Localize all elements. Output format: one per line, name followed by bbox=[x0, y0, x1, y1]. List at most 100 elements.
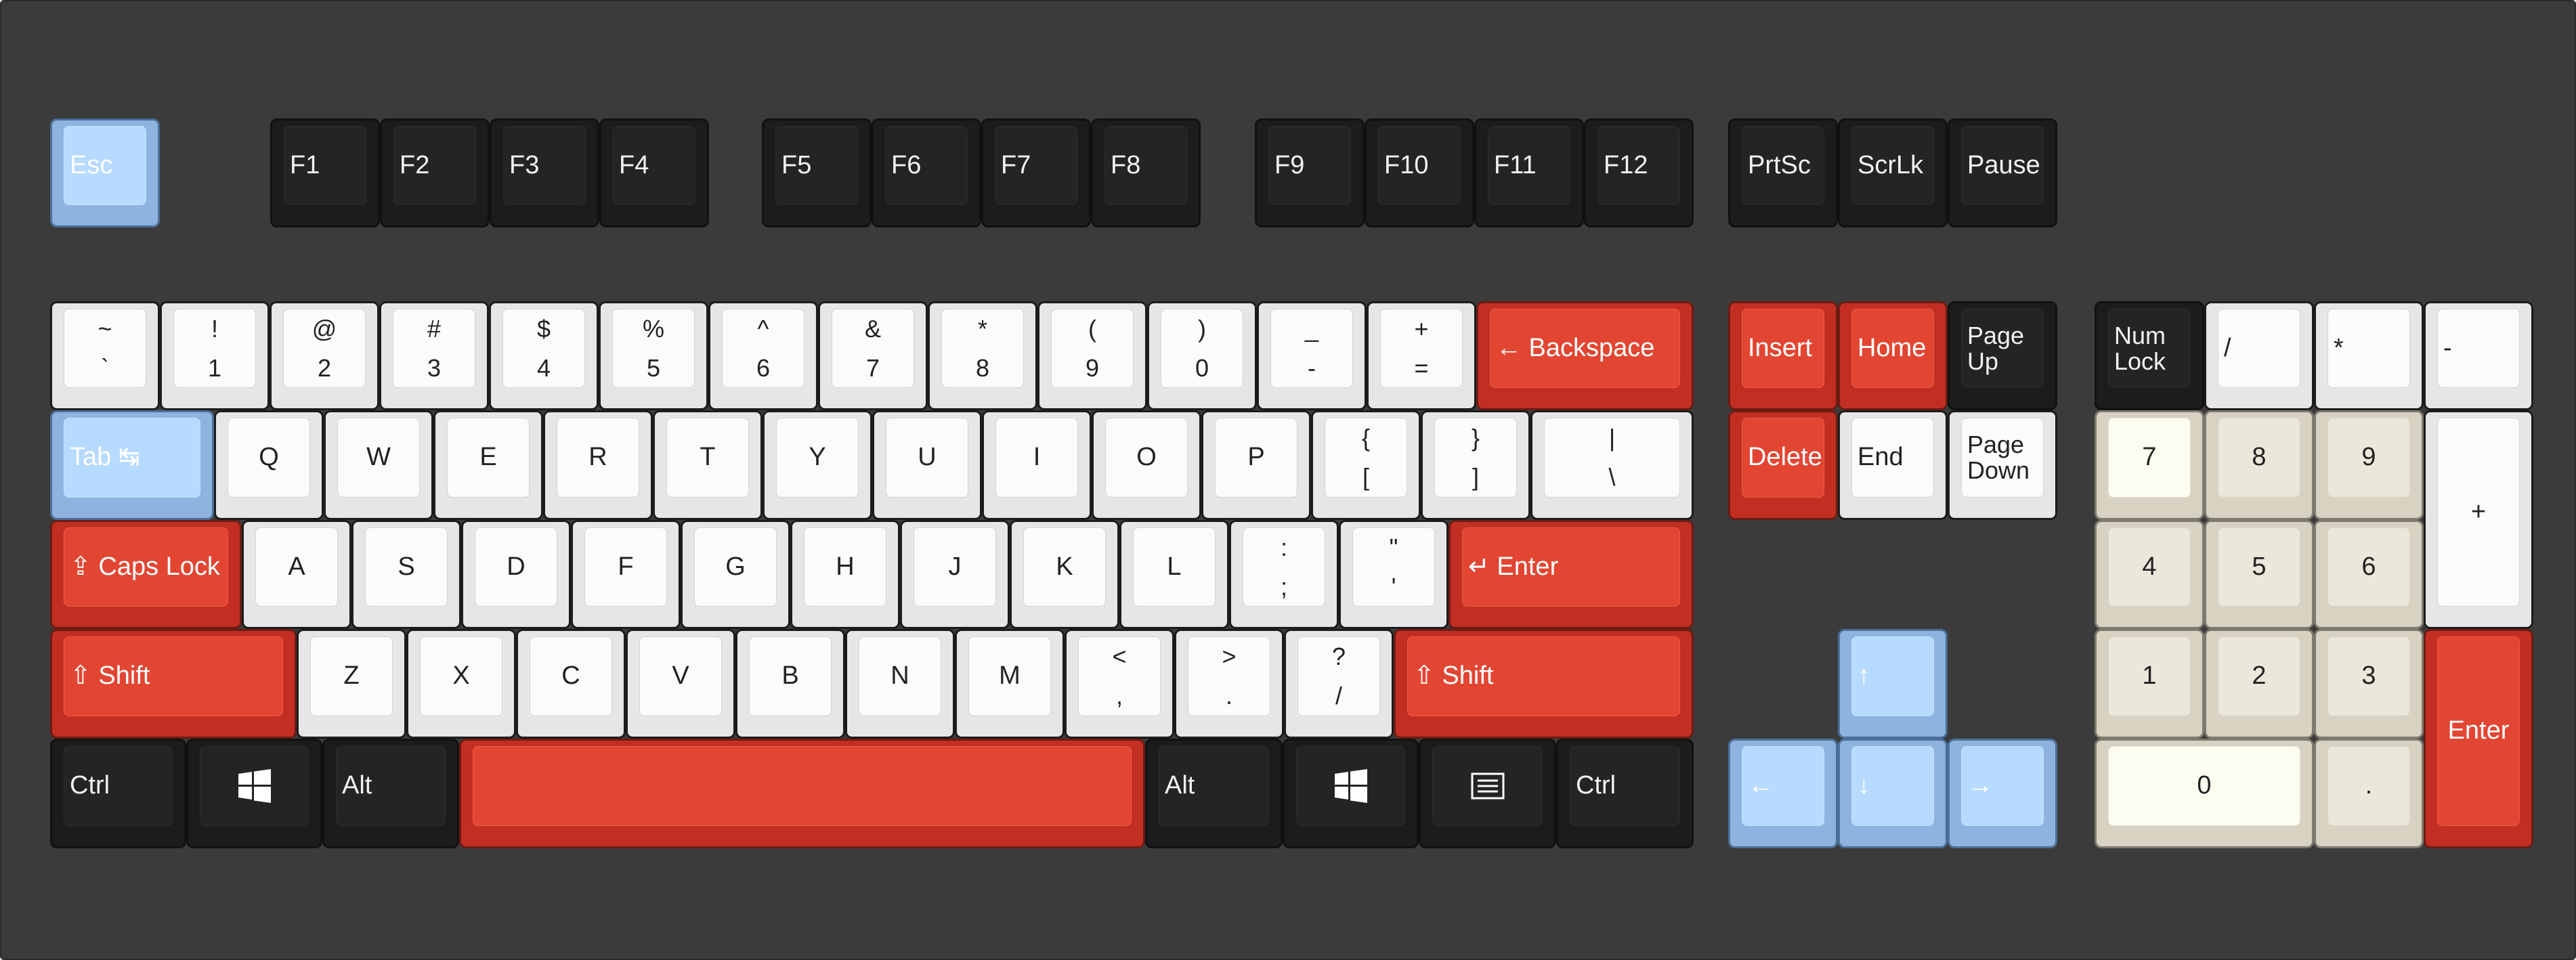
key-f8[interactable]: F8 bbox=[1091, 118, 1201, 227]
key-prtsc[interactable]: PrtSc bbox=[1728, 118, 1838, 227]
key-y[interactable]: Y bbox=[763, 410, 872, 520]
key-insert[interactable]: Insert bbox=[1728, 301, 1838, 410]
key-f11[interactable]: F11 bbox=[1474, 118, 1584, 227]
key-home[interactable]: Home bbox=[1838, 301, 1948, 410]
key-numpad-add[interactable]: + bbox=[2424, 410, 2533, 629]
key-h[interactable]: H bbox=[790, 520, 900, 629]
key-right-win[interactable] bbox=[1283, 739, 1419, 848]
key-left-ctrl[interactable]: Ctrl bbox=[50, 739, 186, 848]
key-i[interactable]: I bbox=[982, 410, 1092, 520]
key-t[interactable]: T bbox=[653, 410, 763, 520]
key-f2[interactable]: F2 bbox=[380, 118, 490, 227]
key-1[interactable]: ! 1 bbox=[160, 301, 270, 410]
key-numpad-5[interactable]: 5 bbox=[2204, 520, 2314, 629]
key-w[interactable]: W bbox=[324, 410, 433, 520]
key-backslash[interactable]: | \ bbox=[1530, 410, 1694, 520]
key-d[interactable]: D bbox=[461, 520, 571, 629]
key-backtick[interactable]: ~ ` bbox=[50, 301, 160, 410]
key-arrow-right[interactable]: → bbox=[1948, 739, 2057, 848]
key-v[interactable]: V bbox=[626, 629, 735, 739]
key-r[interactable]: R bbox=[543, 410, 653, 520]
key-3[interactable]: #3 bbox=[379, 301, 489, 410]
key-k[interactable]: K bbox=[1010, 520, 1119, 629]
key-numpad-4[interactable]: 4 bbox=[2095, 520, 2204, 629]
key-numpad-enter[interactable]: Enter bbox=[2424, 629, 2533, 848]
key-numpad-7[interactable]: 7 bbox=[2095, 410, 2204, 520]
key-arrow-left[interactable]: ← bbox=[1728, 739, 1838, 848]
key-n[interactable]: N bbox=[845, 629, 955, 739]
key-7[interactable]: & 7 bbox=[818, 301, 928, 410]
key-numpad-decimal[interactable]: . bbox=[2314, 739, 2424, 848]
key-2[interactable]: @2 bbox=[270, 301, 379, 410]
key-tab[interactable]: Tab ↹ bbox=[50, 410, 214, 520]
key-j[interactable]: J bbox=[900, 520, 1010, 629]
key-a[interactable]: A bbox=[242, 520, 351, 629]
key-end[interactable]: End bbox=[1838, 410, 1948, 520]
key-f10[interactable]: F10 bbox=[1365, 118, 1474, 227]
key-right-bracket[interactable]: }] bbox=[1421, 410, 1530, 520]
key-g[interactable]: G bbox=[681, 520, 790, 629]
key-numpad-multiply[interactable]: * bbox=[2314, 301, 2424, 410]
key-delete[interactable]: Delete bbox=[1728, 410, 1838, 520]
key-f5[interactable]: F5 bbox=[762, 118, 872, 227]
key-period[interactable]: >. bbox=[1174, 629, 1284, 739]
key-z[interactable]: Z bbox=[297, 629, 406, 739]
key-5[interactable]: % 5 bbox=[599, 301, 708, 410]
key-x[interactable]: X bbox=[406, 629, 516, 739]
key-right-ctrl[interactable]: Ctrl bbox=[1556, 739, 1694, 848]
key-numpad-2[interactable]: 2 bbox=[2204, 629, 2314, 739]
key-left-bracket[interactable]: {[ bbox=[1311, 410, 1421, 520]
key-minus[interactable]: _ - bbox=[1257, 301, 1367, 410]
key-f12[interactable]: F12 bbox=[1584, 118, 1694, 227]
key-quote[interactable]: " ' bbox=[1339, 520, 1448, 629]
key-4[interactable]: $4 bbox=[489, 301, 599, 410]
key-arrow-up[interactable]: ↑ bbox=[1838, 629, 1948, 739]
key-numpad-8[interactable]: 8 bbox=[2204, 410, 2314, 520]
key-numpad-9[interactable]: 9 bbox=[2314, 410, 2424, 520]
key-m[interactable]: M bbox=[955, 629, 1065, 739]
key-f6[interactable]: F6 bbox=[872, 118, 981, 227]
key-numpad-0[interactable]: 0 bbox=[2095, 739, 2314, 848]
key-right-alt[interactable]: Alt bbox=[1145, 739, 1283, 848]
key-b[interactable]: B bbox=[735, 629, 845, 739]
key-right-shift[interactable]: ⇧ Shift bbox=[1394, 629, 1694, 739]
key-esc[interactable]: Esc bbox=[50, 118, 160, 227]
key-p[interactable]: P bbox=[1201, 410, 1311, 520]
key-comma[interactable]: <, bbox=[1065, 629, 1174, 739]
key-l[interactable]: L bbox=[1119, 520, 1229, 629]
key-f4[interactable]: F4 bbox=[599, 118, 709, 227]
key-backspace[interactable]: ← Backspace bbox=[1476, 301, 1694, 410]
key-f7[interactable]: F7 bbox=[981, 118, 1091, 227]
key-9[interactable]: (9 bbox=[1037, 301, 1147, 410]
key-scrlk[interactable]: ScrLk bbox=[1838, 118, 1948, 227]
key-page-up[interactable]: Page Up bbox=[1948, 301, 2057, 410]
key-arrow-down[interactable]: ↓ bbox=[1838, 739, 1948, 848]
key-left-win[interactable] bbox=[186, 739, 322, 848]
key-numpad-1[interactable]: 1 bbox=[2095, 629, 2204, 739]
key-semicolon[interactable]: :; bbox=[1229, 520, 1339, 629]
key-f9[interactable]: F9 bbox=[1255, 118, 1365, 227]
key-equals[interactable]: + = bbox=[1367, 301, 1476, 410]
key-num-lock[interactable]: Num Lock bbox=[2095, 301, 2204, 410]
key-q[interactable]: Q bbox=[214, 410, 324, 520]
key-e[interactable]: E bbox=[433, 410, 543, 520]
key-left-shift[interactable]: ⇧ Shift bbox=[50, 629, 297, 739]
key-c[interactable]: C bbox=[516, 629, 626, 739]
key-8[interactable]: * 8 bbox=[928, 301, 1037, 410]
key-u[interactable]: U bbox=[872, 410, 982, 520]
key-menu[interactable] bbox=[1419, 739, 1556, 848]
key-enter[interactable]: ↵ Enter bbox=[1448, 520, 1694, 629]
key-f[interactable]: F bbox=[571, 520, 681, 629]
key-f3[interactable]: F3 bbox=[490, 118, 599, 227]
key-6[interactable]: ^ 6 bbox=[708, 301, 818, 410]
key-numpad-divide[interactable]: / bbox=[2204, 301, 2314, 410]
key-pause[interactable]: Pause bbox=[1948, 118, 2057, 227]
key-spacebar[interactable] bbox=[459, 739, 1145, 848]
key-numpad-3[interactable]: 3 bbox=[2314, 629, 2424, 739]
key-numpad-subtract[interactable]: - bbox=[2424, 301, 2533, 410]
key-caps-lock[interactable]: ⇪ Caps Lock bbox=[50, 520, 242, 629]
key-0[interactable]: ) 0 bbox=[1147, 301, 1257, 410]
key-left-alt[interactable]: Alt bbox=[322, 739, 459, 848]
key-s[interactable]: S bbox=[351, 520, 461, 629]
key-page-down[interactable]: Page Down bbox=[1948, 410, 2057, 520]
